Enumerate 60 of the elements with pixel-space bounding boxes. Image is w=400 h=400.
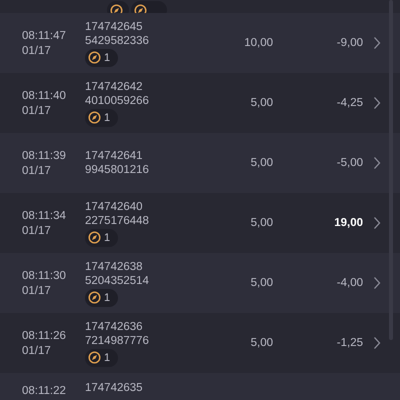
- chevron-icon[interactable]: [373, 156, 381, 170]
- transaction-row[interactable]: 08:11:30 01/17 174742638 5204352514 1 5,00 -4,00: [0, 253, 400, 313]
- id-text: 174742642: [85, 80, 144, 94]
- id-text: 174742645: [85, 20, 144, 34]
- compass-icon: [88, 351, 101, 364]
- id-text: 174742641: [85, 149, 144, 163]
- transaction-row[interactable]: 08:11:47 01/17 174742645 5429582336 1 10,00 -9,00: [0, 13, 400, 73]
- badge: 1: [85, 288, 118, 306]
- time-text: 08:11:39: [22, 148, 67, 162]
- chevron-icon[interactable]: [373, 96, 381, 110]
- result-text: 19,00: [333, 217, 363, 229]
- id-text: 5429582336: [85, 34, 150, 48]
- badge: 1: [85, 228, 118, 246]
- id-text: 7214987776: [85, 334, 150, 348]
- time-text: 08:11:26: [22, 328, 67, 342]
- id-text: 5204352514: [85, 274, 150, 288]
- amount-text: 5,00: [250, 157, 273, 169]
- date-text: 01/17: [22, 164, 52, 178]
- result-text: -5,00: [336, 157, 363, 169]
- date-text: 01/17: [22, 344, 52, 358]
- date-text: 01/17: [22, 44, 52, 58]
- result-text: -4,00: [336, 277, 363, 289]
- transaction-row[interactable]: 08:11:39 01/17 174742641 9945801216 5,00 -5,00: [0, 133, 400, 193]
- amount-text: 5,00: [250, 277, 273, 289]
- id-text: 2275176448: [85, 214, 150, 228]
- time-text: 08:11:47: [22, 28, 67, 42]
- chevron-icon[interactable]: [373, 216, 381, 230]
- id-text: 174742635: [85, 381, 144, 395]
- transaction-row[interactable]: 08:11:22 174742635: [0, 373, 400, 400]
- time-text: 08:11:40: [22, 88, 67, 102]
- compass-icon: [110, 4, 123, 13]
- compass-icon: [88, 111, 101, 124]
- id-text: 174742636: [85, 320, 144, 334]
- date-text: 01/17: [22, 104, 52, 118]
- chevron-icon[interactable]: [373, 36, 381, 50]
- compass-icon: [134, 4, 147, 13]
- result-text: -1,25: [336, 337, 363, 349]
- id-text: 9945801216: [85, 163, 150, 177]
- amount-text: 10,00: [243, 37, 273, 49]
- compass-icon: [88, 231, 101, 244]
- id-text: 174742638: [85, 260, 144, 274]
- result-text: -9,00: [336, 37, 363, 49]
- compass-icon: [88, 291, 101, 304]
- compass-icon: [88, 51, 101, 64]
- chevron-icon[interactable]: [373, 336, 381, 350]
- id-text: 174742640: [85, 200, 144, 214]
- time-text: 08:11:22: [22, 384, 67, 398]
- time-text: 08:11:30: [22, 268, 67, 282]
- chevron-icon[interactable]: [373, 276, 381, 290]
- badge: 1: [85, 108, 118, 126]
- result-text: -4,25: [336, 97, 363, 109]
- badge: 1: [85, 48, 118, 66]
- badge: 1: [85, 348, 118, 366]
- id-text: 4010059266: [85, 94, 150, 108]
- time-text: 08:11:34: [22, 208, 67, 222]
- date-text: 01/17: [22, 224, 52, 238]
- amount-text: 5,00: [250, 97, 273, 109]
- date-text: 01/17: [22, 284, 52, 298]
- amount-text: 5,00: [250, 217, 273, 229]
- amount-text: 5,00: [250, 337, 273, 349]
